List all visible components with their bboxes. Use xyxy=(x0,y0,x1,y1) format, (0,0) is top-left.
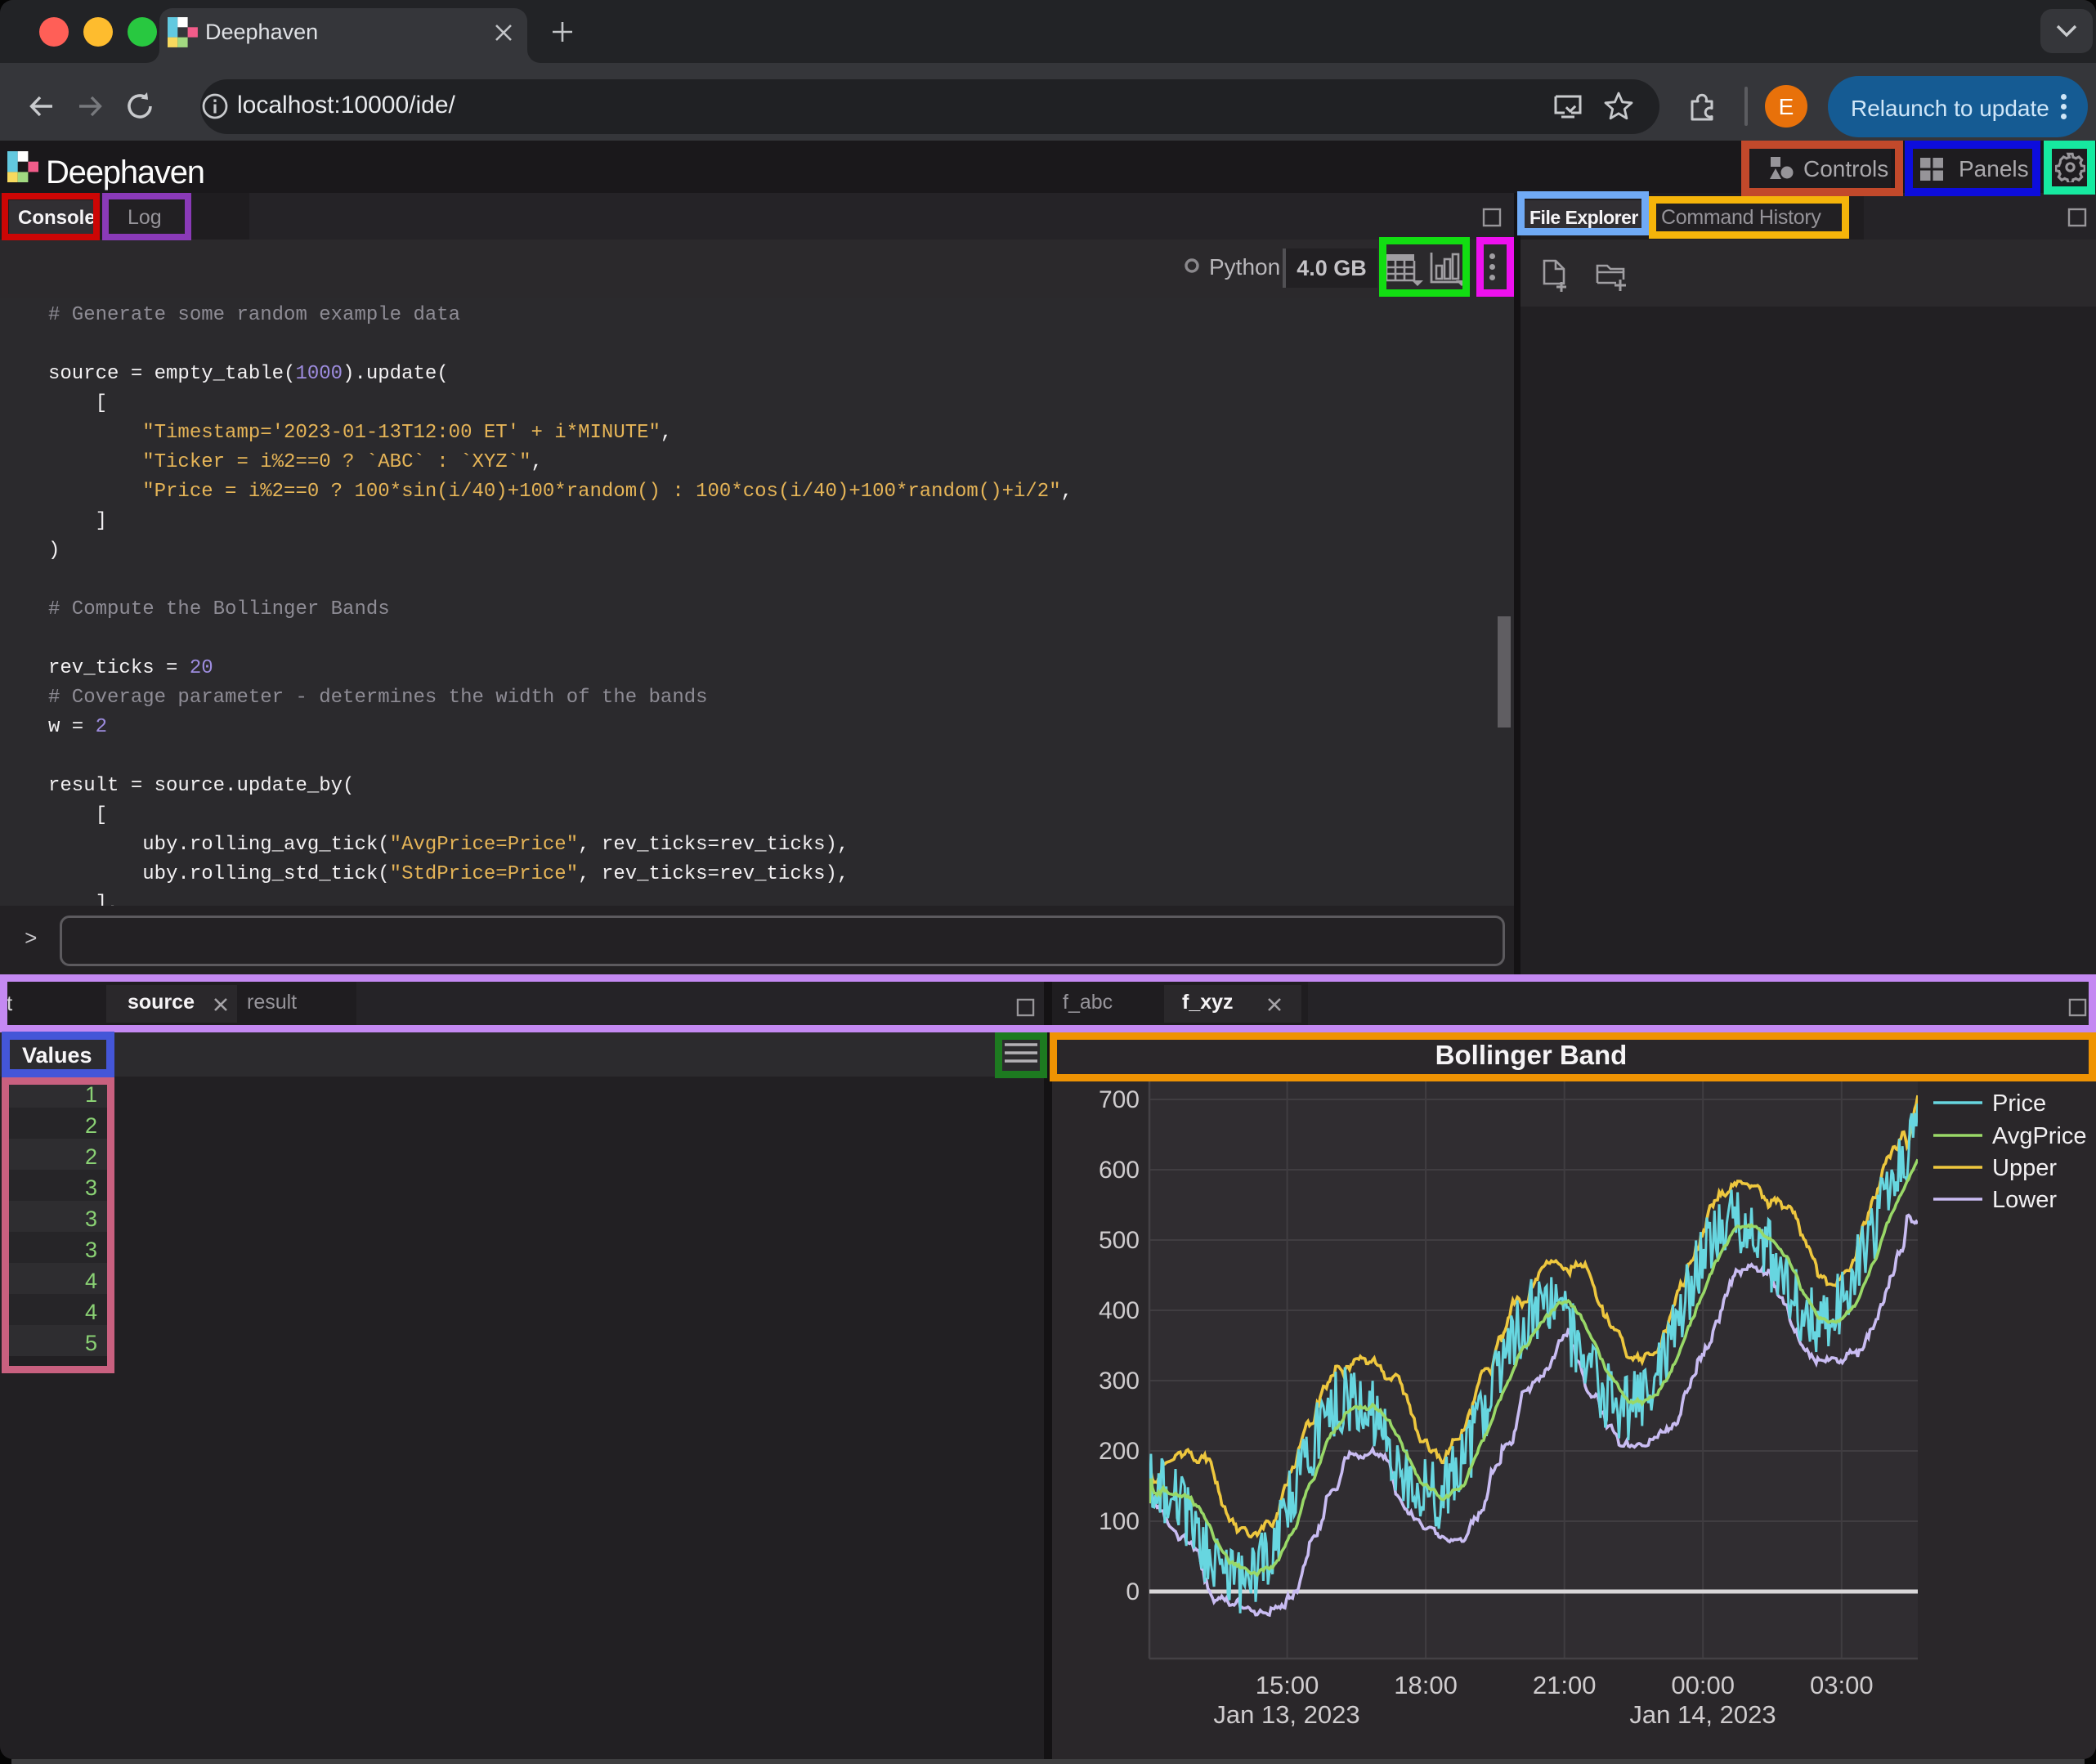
svg-text:21:00: 21:00 xyxy=(1533,1671,1597,1699)
svg-text:300: 300 xyxy=(1099,1368,1140,1395)
svg-text:400: 400 xyxy=(1099,1297,1140,1324)
svg-text:100: 100 xyxy=(1099,1508,1140,1535)
svg-text:15:00: 15:00 xyxy=(1256,1671,1319,1699)
svg-text:03:00: 03:00 xyxy=(1810,1671,1874,1699)
svg-text:0: 0 xyxy=(1126,1578,1140,1605)
svg-text:700: 700 xyxy=(1099,1086,1140,1113)
svg-text:Jan 14, 2023: Jan 14, 2023 xyxy=(1629,1700,1776,1729)
svg-text:00:00: 00:00 xyxy=(1671,1671,1735,1699)
svg-text:AvgPrice: AvgPrice xyxy=(1992,1123,2087,1149)
svg-text:200: 200 xyxy=(1099,1438,1140,1465)
svg-text:Lower: Lower xyxy=(1992,1187,2057,1213)
svg-text:600: 600 xyxy=(1099,1157,1140,1184)
svg-text:500: 500 xyxy=(1099,1227,1140,1254)
svg-text:Price: Price xyxy=(1992,1090,2046,1117)
svg-text:Jan 13, 2023: Jan 13, 2023 xyxy=(1213,1700,1359,1729)
svg-text:Upper: Upper xyxy=(1992,1155,2057,1181)
svg-text:18:00: 18:00 xyxy=(1394,1671,1458,1699)
